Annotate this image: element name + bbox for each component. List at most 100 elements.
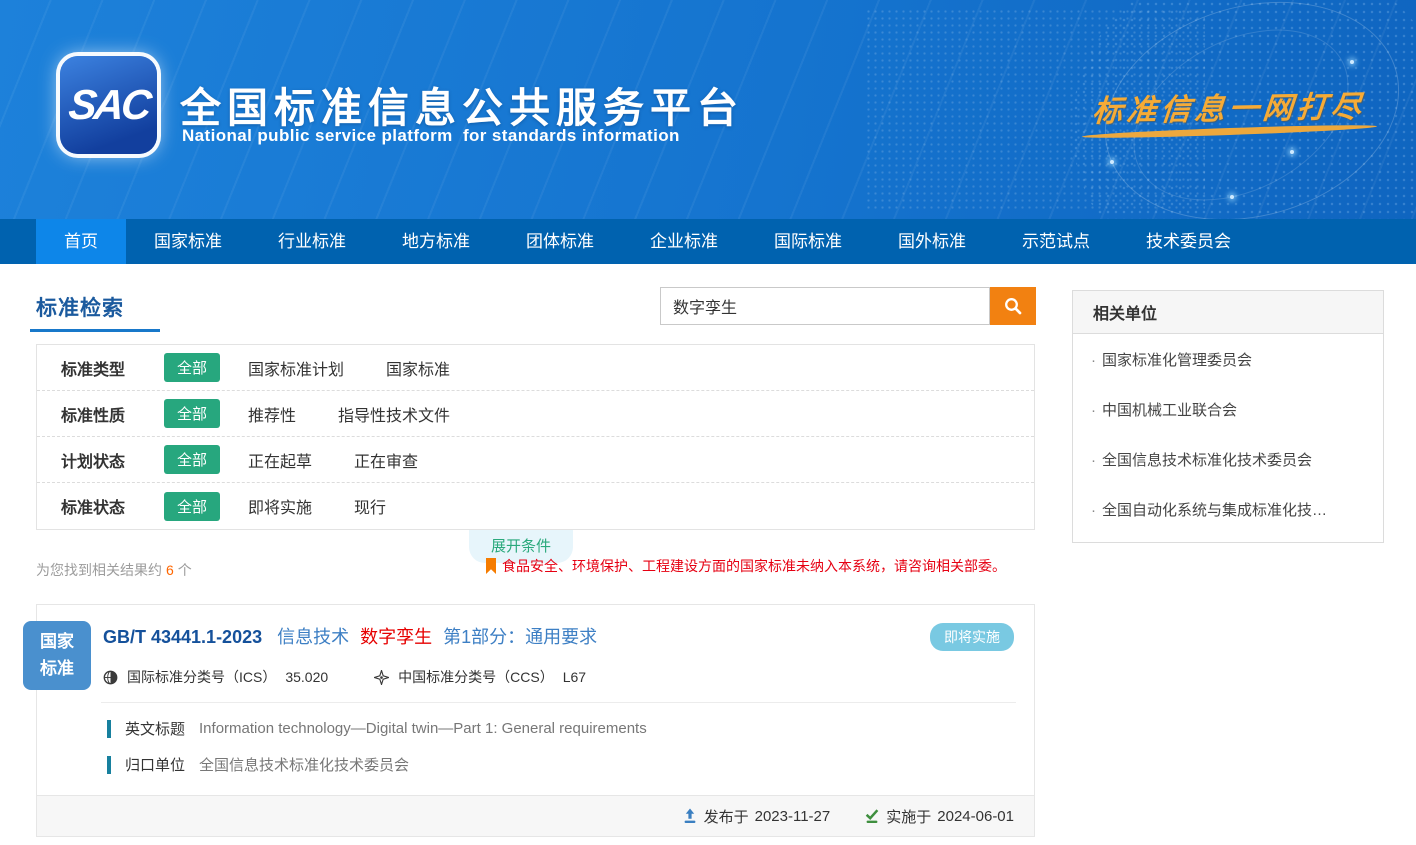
ics-value: 35.020 xyxy=(285,669,328,685)
bullet: · xyxy=(1091,402,1096,419)
bullet: · xyxy=(1091,502,1096,519)
standard-title[interactable]: GB/T 43441.1-2023 信息技术 数字孪生 第1部分：通用要求 xyxy=(103,623,930,649)
english-title-label: 英文标题 xyxy=(125,718,185,739)
nav-tab-group-standards[interactable]: 团体标准 xyxy=(498,219,622,264)
standard-title-highlight[interactable]: 数字孪生 xyxy=(360,627,432,647)
filter-label: 计划状态 xyxy=(61,448,164,472)
filter-option[interactable]: 正在审查 xyxy=(354,448,418,472)
nav-tab-pilot[interactable]: 示范试点 xyxy=(994,219,1118,264)
sidebar-padding xyxy=(1073,534,1383,542)
english-title-value: Information technology—Digital twin—Part… xyxy=(199,720,647,737)
bullet: · xyxy=(1091,352,1096,369)
sparkle-dot xyxy=(1110,160,1114,164)
ccs-label: 中国标准分类号（CCS） xyxy=(398,667,554,687)
result-count-suffix: 个 xyxy=(178,562,192,578)
standard-title-part1[interactable]: 信息技术 xyxy=(277,627,349,647)
sac-logo-text: SAC xyxy=(66,81,151,129)
card-footer: 发布于 2023-11-27 实施于 2024-06-01 xyxy=(37,795,1034,836)
classification-row: 国际标准分类号（ICS） 35.020 中国标准分类号（CCS） L67 xyxy=(37,667,1034,687)
filter-panel: 标准类型 全部 国家标准计划 国家标准 标准性质 全部 推荐性 指导性技术文件 … xyxy=(36,344,1035,530)
filter-label: 标准类型 xyxy=(61,356,164,380)
nav-tab-home[interactable]: 首页 xyxy=(36,219,126,264)
search-icon xyxy=(1003,296,1023,316)
ccs-value: L67 xyxy=(563,669,586,685)
implement-label: 实施于 xyxy=(886,806,931,827)
sac-logo[interactable]: SAC xyxy=(60,56,157,154)
filter-all-button[interactable]: 全部 xyxy=(164,399,220,428)
system-notice: 食品安全、环境保护、工程建设方面的国家标准未纳入本系统，请咨询相关部委。 xyxy=(485,556,1006,576)
site-title: 全国标准信息公共服务平台 xyxy=(180,74,744,134)
implement-date-item: 实施于 2024-06-01 xyxy=(864,806,1014,827)
globe-icon xyxy=(103,670,118,685)
related-units-panel: 相关单位 ·国家标准化管理委员会 ·中国机械工业联合会 ·全国信息技术标准化技术… xyxy=(1072,290,1384,543)
implement-date: 2024-06-01 xyxy=(937,808,1014,825)
nav-tab-industry-standards[interactable]: 行业标准 xyxy=(250,219,374,264)
standard-code-link[interactable]: GB/T 43441.1-2023 xyxy=(103,627,262,647)
sidebar-item-label: 全国自动化系统与集成标准化技… xyxy=(1102,502,1327,519)
nav-tab-national-standards[interactable]: 国家标准 xyxy=(126,219,250,264)
sparkle-dot xyxy=(1350,60,1354,64)
sparkle-dot xyxy=(1230,195,1234,199)
badge-line2: 标准 xyxy=(40,656,74,682)
result-count: 为您找到相关结果约6个 xyxy=(36,560,192,580)
teal-bar-marker xyxy=(107,756,111,774)
filter-all-button[interactable]: 全部 xyxy=(164,353,220,382)
sidebar-item-machinery-federation[interactable]: · 中国机械工业联合会 xyxy=(1073,384,1383,434)
national-standard-badge: 国家 标准 xyxy=(23,621,91,690)
publish-label: 发布于 xyxy=(704,806,749,827)
sidebar-item-label: 中国机械工业联合会 xyxy=(1102,402,1237,419)
search-button[interactable] xyxy=(990,287,1036,325)
main-content: 标准检索 标准类型 全部 国家标准计划 国家标准 标准性质 全部 推荐性 指导性… xyxy=(0,264,1416,845)
standard-title-part2[interactable]: 第1部分：通用要求 xyxy=(443,627,597,647)
publish-date: 2023-11-27 xyxy=(755,808,831,825)
filter-label: 标准状态 xyxy=(61,494,164,518)
ics-label: 国际标准分类号（ICS） xyxy=(127,667,276,687)
page-title: 标准检索 xyxy=(36,292,124,322)
divider xyxy=(101,702,1016,703)
sidebar-item-sac[interactable]: ·国家标准化管理委员会 xyxy=(1073,334,1383,384)
teal-bar-marker xyxy=(107,720,111,738)
filter-option[interactable]: 推荐性 xyxy=(248,402,296,426)
filter-row-standard-nature: 标准性质 全部 推荐性 指导性技术文件 xyxy=(37,391,1034,437)
filter-option[interactable]: 现行 xyxy=(354,494,386,518)
filter-option[interactable]: 国家标准 xyxy=(386,356,450,380)
page-header: SAC 全国标准信息公共服务平台 National public service… xyxy=(0,0,1416,219)
badge-line1: 国家 xyxy=(40,629,74,655)
filter-option[interactable]: 国家标准计划 xyxy=(248,356,344,380)
filter-option[interactable]: 指导性技术文件 xyxy=(338,402,450,426)
result-card: 国家 标准 GB/T 43441.1-2023 信息技术 数字孪生 第1部分：通… xyxy=(36,604,1035,837)
check-icon xyxy=(864,808,880,824)
filter-row-standard-status: 标准状态 全部 即将实施 现行 xyxy=(37,483,1034,529)
nav-tab-enterprise-standards[interactable]: 企业标准 xyxy=(622,219,746,264)
compass-icon xyxy=(374,670,389,685)
filter-option[interactable]: 即将实施 xyxy=(248,494,312,518)
publish-date-item: 发布于 2023-11-27 xyxy=(682,806,831,827)
nav-tab-foreign-standards[interactable]: 国外标准 xyxy=(870,219,994,264)
committee-value: 全国信息技术标准化技术委员会 xyxy=(199,754,409,775)
sparkle-dot xyxy=(1290,150,1294,154)
filter-all-button[interactable]: 全部 xyxy=(164,492,220,521)
filter-all-button[interactable]: 全部 xyxy=(164,445,220,474)
site-subtitle: National public service platform for sta… xyxy=(182,126,680,146)
main-nav: 首页 国家标准 行业标准 地方标准 团体标准 企业标准 国际标准 国外标准 示范… xyxy=(0,219,1416,264)
sidebar-item-automation-systems[interactable]: · 全国自动化系统与集成标准化技… xyxy=(1073,484,1383,534)
search-input[interactable] xyxy=(660,287,990,325)
english-title-row: 英文标题 Information technology—Digital twin… xyxy=(107,718,1034,739)
sidebar-item-it-standardization[interactable]: ·全国信息技术标准化技术委员会 xyxy=(1073,434,1383,484)
filter-row-standard-type: 标准类型 全部 国家标准计划 国家标准 xyxy=(37,345,1034,391)
notice-text: 食品安全、环境保护、工程建设方面的国家标准未纳入本系统，请咨询相关部委。 xyxy=(502,556,1006,576)
committee-row: 归口单位 全国信息技术标准化技术委员会 xyxy=(107,754,1034,775)
slogan-text: 标准信息一网打尽 xyxy=(1091,82,1367,131)
search-bar xyxy=(660,287,1036,325)
filter-option[interactable]: 正在起草 xyxy=(248,448,312,472)
filter-row-plan-status: 计划状态 全部 正在起草 正在审查 xyxy=(37,437,1034,483)
nav-tab-international-standards[interactable]: 国际标准 xyxy=(746,219,870,264)
nav-tab-technical-committee[interactable]: 技术委员会 xyxy=(1118,219,1259,264)
bookmark-icon xyxy=(485,558,497,575)
nav-tab-local-standards[interactable]: 地方标准 xyxy=(374,219,498,264)
sidebar-item-label: 全国信息技术标准化技术委员会 xyxy=(1102,452,1312,469)
related-units-title: 相关单位 xyxy=(1073,291,1383,334)
upload-icon xyxy=(682,808,698,824)
committee-label: 归口单位 xyxy=(125,754,185,775)
filter-label: 标准性质 xyxy=(61,402,164,426)
